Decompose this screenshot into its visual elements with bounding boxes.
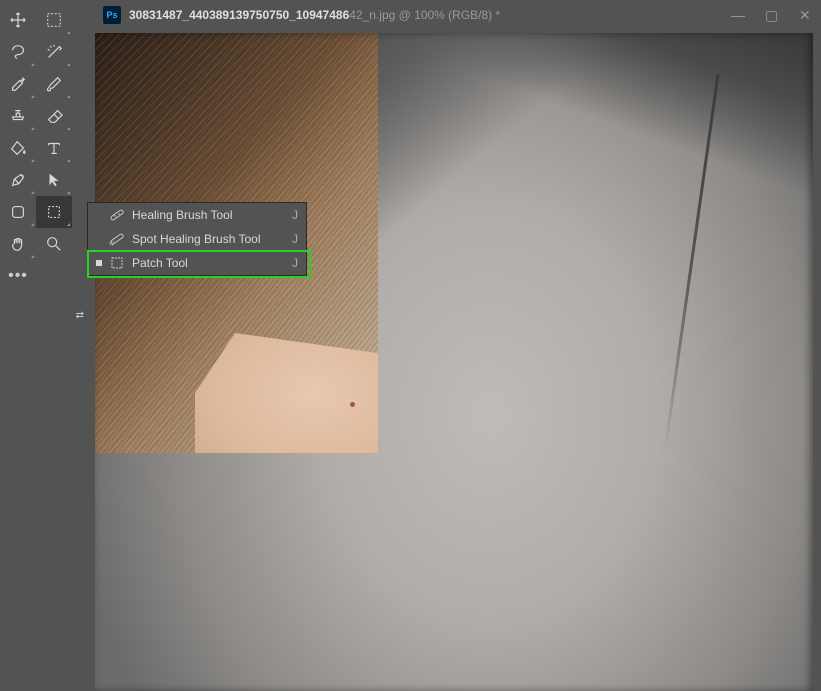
hand-tool[interactable]	[0, 228, 36, 260]
ps-badge-icon: Ps	[103, 6, 121, 24]
shape-tool[interactable]	[0, 196, 36, 228]
magic-wand-tool[interactable]	[36, 36, 72, 68]
swap-colors-icon[interactable]: ⇄	[76, 310, 84, 321]
paint-bucket-tool[interactable]	[0, 132, 36, 164]
clone-stamp-tool[interactable]	[0, 100, 36, 132]
close-button[interactable]: ✕	[799, 8, 813, 22]
spacer	[36, 260, 72, 292]
patch-icon	[108, 255, 126, 271]
minimize-button[interactable]: —	[731, 8, 745, 22]
flyout-healing-brush[interactable]: Healing Brush ToolJ	[88, 203, 306, 227]
bandage-icon	[108, 207, 126, 223]
tool-palette: ••• ⇄	[0, 0, 90, 691]
path-selection-tool[interactable]	[36, 164, 72, 196]
flyout-spot-healing-brush[interactable]: Spot Healing Brush ToolJ	[88, 227, 306, 251]
type-tool[interactable]	[36, 132, 72, 164]
eraser-tool[interactable]	[36, 100, 72, 132]
canvas-area[interactable]	[95, 33, 813, 691]
healing-tool-flyout: Healing Brush ToolJ Spot Healing Brush T…	[87, 202, 307, 276]
zoom-tool[interactable]	[36, 228, 72, 260]
pen-tool[interactable]	[0, 164, 36, 196]
maximize-button[interactable]: ▢	[765, 8, 779, 22]
document-titlebar: Ps 30831487_440389139750750_1094748642_n…	[95, 0, 821, 30]
lasso-tool[interactable]	[0, 36, 36, 68]
brush-tool[interactable]	[36, 68, 72, 100]
bandage-spot-icon	[108, 231, 126, 247]
marquee-tool[interactable]	[36, 4, 72, 36]
document-title: 30831487_440389139750750_1094748642_n.jp…	[129, 8, 731, 22]
flyout-patch-tool[interactable]: Patch ToolJ	[88, 251, 306, 275]
eyedropper-tool[interactable]	[0, 68, 36, 100]
move-tool[interactable]	[0, 4, 36, 36]
more-tools[interactable]: •••	[0, 260, 36, 292]
healing-tool[interactable]	[36, 196, 72, 228]
